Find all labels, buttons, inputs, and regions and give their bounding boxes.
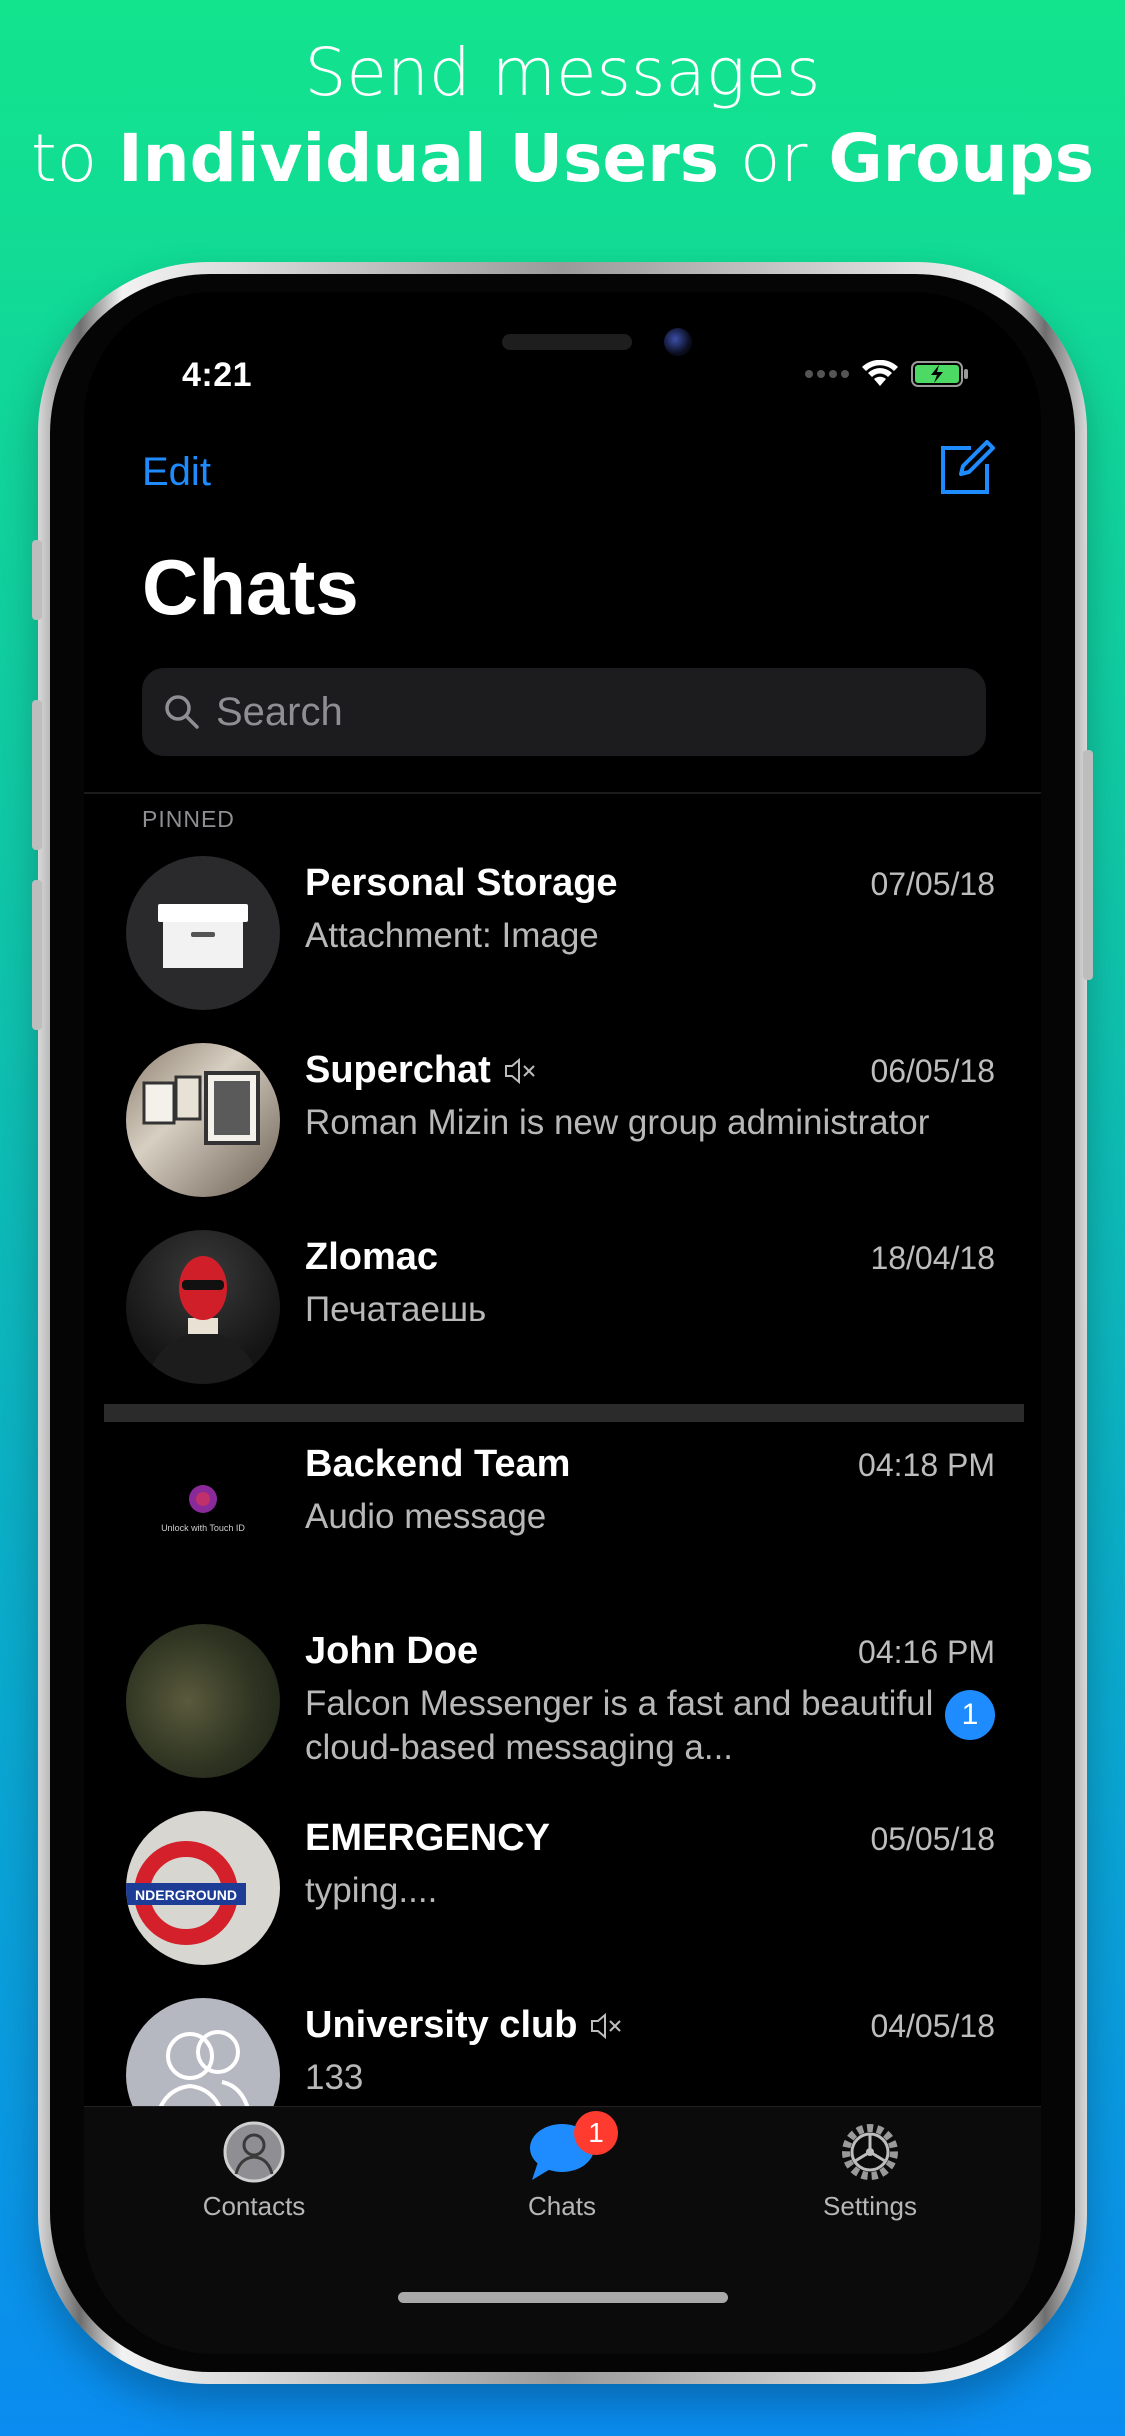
chat-date: 04:16 PM <box>858 1634 995 1670</box>
chat-name: Backend Team <box>305 1443 570 1486</box>
chat-row[interactable]: Personal Storage 07/05/18 Attachment: Im… <box>84 856 1041 1036</box>
chat-date: 04:18 PM <box>858 1447 995 1483</box>
mute-switch <box>32 540 42 620</box>
chat-date: 18/04/18 <box>870 1240 995 1276</box>
chat-name: John Doe <box>305 1630 478 1673</box>
power-button <box>1083 750 1093 980</box>
speaker <box>502 334 632 350</box>
phone-screen: 4:21 Edit Chats PINNED <box>84 292 1041 2354</box>
chat-preview: 133 <box>305 2058 364 2097</box>
red-mask-person-photo <box>146 1256 260 1384</box>
avatar: Unlock with Touch ID <box>126 1437 280 1591</box>
chat-name-text: Personal Storage <box>305 862 618 904</box>
headline-bold-text: Groups <box>828 120 1095 197</box>
tab-contacts[interactable]: Contacts <box>154 2117 354 2222</box>
avatar-caption: NDERGROUND <box>135 1887 237 1903</box>
tab-label: Settings <box>823 2191 917 2221</box>
tab-label: Contacts <box>202 2191 306 2221</box>
tab-icon-wrap <box>154 2117 354 2187</box>
muted-icon <box>591 2012 622 2039</box>
battery-charging-icon <box>911 361 968 387</box>
headline-bold-text: Individual Users <box>118 120 720 197</box>
pinned-section-label: PINNED <box>142 806 235 832</box>
chat-row[interactable]: NDERGROUND EMERGENCY 05/05/18 typing.... <box>84 1811 1041 1991</box>
chat-preview: Audio message <box>305 1497 547 1536</box>
tab-label: Chats <box>528 2191 596 2221</box>
chat-preview: Roman Mizin is new group administrator <box>305 1103 930 1142</box>
chat-date: 07/05/18 <box>870 866 995 902</box>
headline-text: or <box>719 120 829 197</box>
section-separator <box>104 1404 1024 1422</box>
chat-name: EMERGENCY <box>305 1817 550 1860</box>
tab-bar: Contacts 1 Chats Settings <box>84 2106 1041 2354</box>
chat-name: Personal Storage <box>305 862 618 905</box>
chat-row[interactable]: John Doe 04:16 PM Falcon Messenger is a … <box>84 1624 1041 1804</box>
avatar: NDERGROUND <box>126 1811 280 1965</box>
wifi-icon <box>862 360 898 386</box>
chat-name-text: John Doe <box>305 1630 479 1672</box>
volume-up-button <box>32 700 42 850</box>
headline-line-2: to Individual Users or Groups <box>0 116 1125 202</box>
compose-icon[interactable] <box>937 438 997 498</box>
chat-date: 04/05/18 <box>870 2008 995 2044</box>
picture-frames-photo <box>142 1071 260 1145</box>
chat-row[interactable]: Superchat 06/05/18 Roman Mizin is new gr… <box>84 1043 1041 1223</box>
chat-preview: Печатаешь <box>305 1290 487 1329</box>
edit-button[interactable]: Edit <box>142 450 211 495</box>
search-bar[interactable] <box>142 668 986 756</box>
chat-row[interactable]: Zlomac 18/04/18 Печатаешь <box>84 1230 1041 1410</box>
marketing-headline: Send messages to Individual Users or Gro… <box>0 30 1125 202</box>
home-indicator[interactable] <box>398 2292 728 2303</box>
search-input[interactable] <box>214 688 918 736</box>
headline-line-1: Send messages <box>304 34 821 111</box>
muted-icon <box>504 1057 535 1084</box>
avatar-caption: Unlock with Touch ID <box>161 1523 245 1533</box>
search-icon <box>165 695 199 729</box>
avatar <box>126 856 280 1010</box>
front-camera <box>664 328 692 356</box>
chat-preview: Attachment: Image <box>305 916 599 955</box>
status-indicators <box>805 360 971 388</box>
chat-name-text: EMERGENCY <box>305 1817 550 1859</box>
chat-name: Zlomac <box>305 1236 438 1279</box>
avatar <box>126 1043 280 1197</box>
unread-badge: 1 <box>945 1690 995 1740</box>
chat-date: 05/05/18 <box>870 1821 995 1857</box>
archive-box-icon <box>158 904 248 968</box>
chat-name-text: Backend Team <box>305 1443 571 1485</box>
chat-name-text: University club <box>305 2004 578 2046</box>
chats-badge: 1 <box>574 2111 618 2155</box>
avatar <box>126 1624 280 1778</box>
chat-name: University club <box>305 2004 623 2047</box>
chat-row[interactable]: Unlock with Touch ID Backend Team 04:18 … <box>84 1437 1041 1617</box>
status-time: 4:21 <box>182 356 253 394</box>
headline-text: to <box>30 120 119 197</box>
chat-preview: Falcon Messenger is a fast and beautiful… <box>305 1684 934 1767</box>
divider <box>84 792 1041 794</box>
cellular-signal-icon <box>805 370 849 378</box>
volume-down-button <box>32 880 42 1030</box>
page-title: Chats <box>142 543 359 631</box>
tab-icon-wrap: 1 <box>462 2111 662 2187</box>
gear-icon <box>842 2124 898 2180</box>
chat-name: Superchat <box>305 1049 537 1092</box>
avatar <box>126 1230 280 1384</box>
tab-chats[interactable]: 1 Chats <box>462 2111 662 2222</box>
contacts-icon <box>223 2121 285 2183</box>
chat-name-text: Superchat <box>305 1049 491 1091</box>
chat-date: 06/05/18 <box>870 1053 995 1089</box>
chat-preview: typing.... <box>305 1871 438 1910</box>
tab-settings[interactable]: Settings <box>770 2117 970 2222</box>
touch-id-screenshot <box>189 1485 217 1513</box>
chat-name-text: Zlomac <box>305 1236 439 1278</box>
tab-icon-wrap <box>770 2117 970 2187</box>
